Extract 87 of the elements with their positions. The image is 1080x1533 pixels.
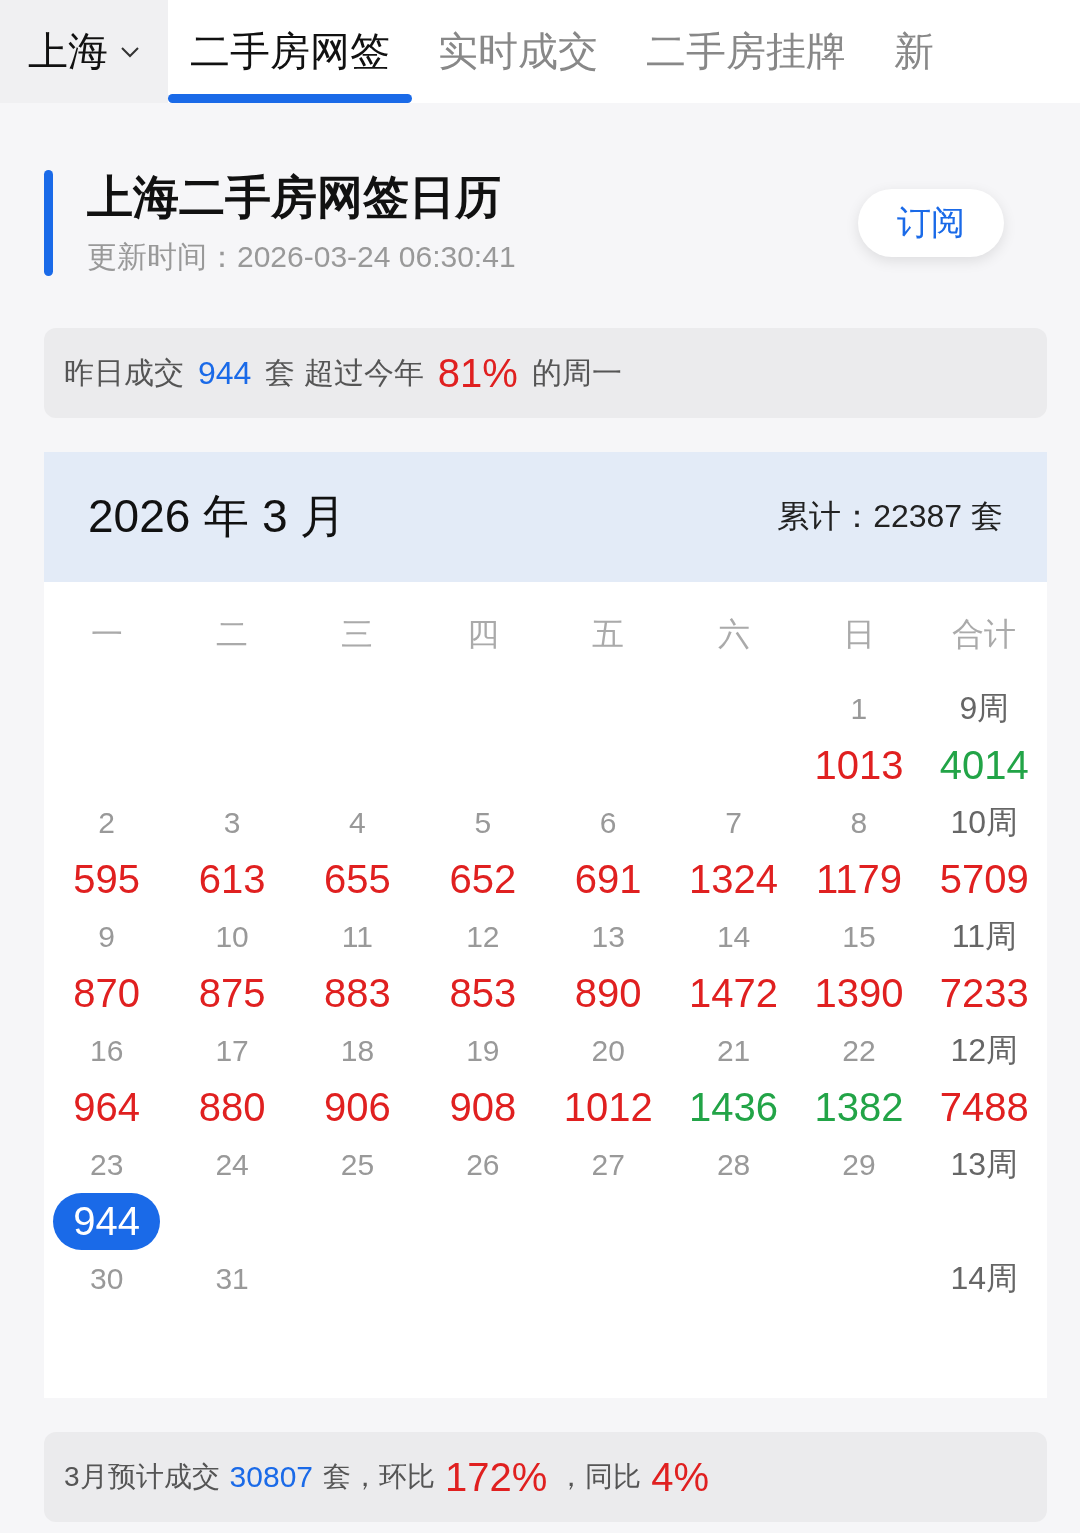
count-value: 944: [198, 354, 252, 392]
date-label: 17: [215, 1033, 249, 1069]
week-label: 13周: [950, 1145, 1019, 1184]
date-label: 12: [466, 919, 500, 955]
week-total: 7488: [938, 1084, 1030, 1131]
selected-day-value[interactable]: 944: [53, 1193, 161, 1250]
summary-text: 套 超过今年: [265, 354, 424, 391]
weekday-header: 五: [592, 615, 625, 654]
date-label: 3: [223, 805, 241, 841]
date-label: 20: [591, 1033, 625, 1069]
day-value[interactable]: 906: [304, 1079, 411, 1136]
date-label: 1: [850, 691, 868, 727]
month-total: 累计：22387 套: [777, 497, 1003, 536]
city-selector[interactable]: 上海: [0, 0, 168, 103]
day-value[interactable]: 1013: [794, 737, 924, 794]
date-label: 11: [341, 919, 373, 955]
summary-text: 的周一: [531, 354, 622, 391]
percent-value: 4%: [651, 1454, 710, 1500]
weekday-header: 四: [466, 615, 499, 654]
date-label: 21: [716, 1033, 751, 1069]
date-label: 19: [466, 1033, 500, 1069]
date-label: 5: [474, 805, 492, 841]
day-value[interactable]: 691: [554, 851, 662, 908]
date-label: 25: [340, 1147, 375, 1183]
day-value[interactable]: 853: [429, 965, 537, 1022]
percent-value: 81%: [437, 350, 518, 396]
date-label: 13: [591, 919, 625, 955]
date-label: 6: [599, 805, 617, 841]
month-title: 2026 年 3 月: [88, 489, 347, 544]
day-value[interactable]: 875: [178, 965, 286, 1022]
date-label: 8: [850, 805, 868, 841]
weekday-header: 合计: [952, 615, 1017, 654]
weekday-header: 一: [90, 615, 123, 654]
date-label: 9: [98, 919, 116, 955]
date-label: 31: [215, 1261, 249, 1297]
page-title: 上海二手房网签日历: [87, 170, 502, 225]
tab[interactable]: 二手房挂牌: [624, 0, 868, 103]
summary-text: ，同比: [557, 1460, 642, 1494]
day-value[interactable]: 613: [178, 851, 286, 908]
date-label: 7: [725, 805, 742, 841]
date-label: 22: [842, 1033, 876, 1069]
day-value[interactable]: 595: [53, 851, 161, 908]
week-label: 11周: [951, 917, 1017, 956]
date-label: 2: [98, 805, 116, 841]
week-label: 9周: [959, 689, 1010, 728]
date-label: 4: [349, 805, 366, 841]
summary-text: 3月预计成交: [64, 1460, 220, 1494]
date-label: 29: [842, 1147, 876, 1183]
count-value: 30807: [229, 1460, 313, 1494]
summary-text: 套，环比: [323, 1460, 435, 1494]
weekday-header: 二: [216, 615, 249, 654]
day-value[interactable]: 870: [53, 965, 161, 1022]
chevron-down-icon: [120, 45, 140, 58]
week-label: 12周: [950, 1031, 1019, 1070]
weekday-header: 六: [717, 615, 750, 654]
day-value[interactable]: 880: [178, 1079, 286, 1136]
weekday-header: 三: [341, 615, 374, 654]
week-total: 7233: [938, 970, 1030, 1017]
day-value[interactable]: 652: [429, 851, 537, 908]
weekday-header: 日: [842, 615, 875, 654]
date-label: 23: [90, 1147, 124, 1183]
week-label: 10周: [950, 803, 1019, 842]
percent-value: 172%: [445, 1454, 548, 1500]
date-label: 24: [215, 1147, 249, 1183]
tab[interactable]: 二手房网签: [168, 0, 412, 103]
day-value[interactable]: 883: [304, 965, 411, 1022]
date-label: 26: [466, 1147, 500, 1183]
day-value[interactable]: 908: [429, 1079, 537, 1136]
date-label: 14: [716, 919, 751, 955]
date-label: 28: [716, 1147, 751, 1183]
date-label: 18: [340, 1033, 375, 1069]
date-label: 30: [90, 1261, 124, 1297]
subscribe-button[interactable]: 订阅: [858, 188, 1004, 257]
week-total: 5709: [938, 856, 1030, 903]
date-label: 10: [215, 919, 249, 955]
date-label: 15: [842, 919, 876, 955]
week-total: 4014: [938, 742, 1030, 789]
summary-text: 昨日成交: [64, 354, 184, 391]
week-label: 14周: [950, 1259, 1019, 1298]
day-value[interactable]: 655: [304, 851, 411, 908]
day-value[interactable]: 890: [554, 965, 662, 1022]
update-time: 更新时间：2026-03-24 06:30:41: [87, 239, 517, 275]
day-value[interactable]: 964: [53, 1079, 161, 1136]
tab[interactable]: 实时成交: [416, 0, 620, 103]
date-label: 27: [591, 1147, 625, 1183]
date-label: 16: [90, 1033, 124, 1069]
tab[interactable]: 新: [872, 0, 956, 103]
